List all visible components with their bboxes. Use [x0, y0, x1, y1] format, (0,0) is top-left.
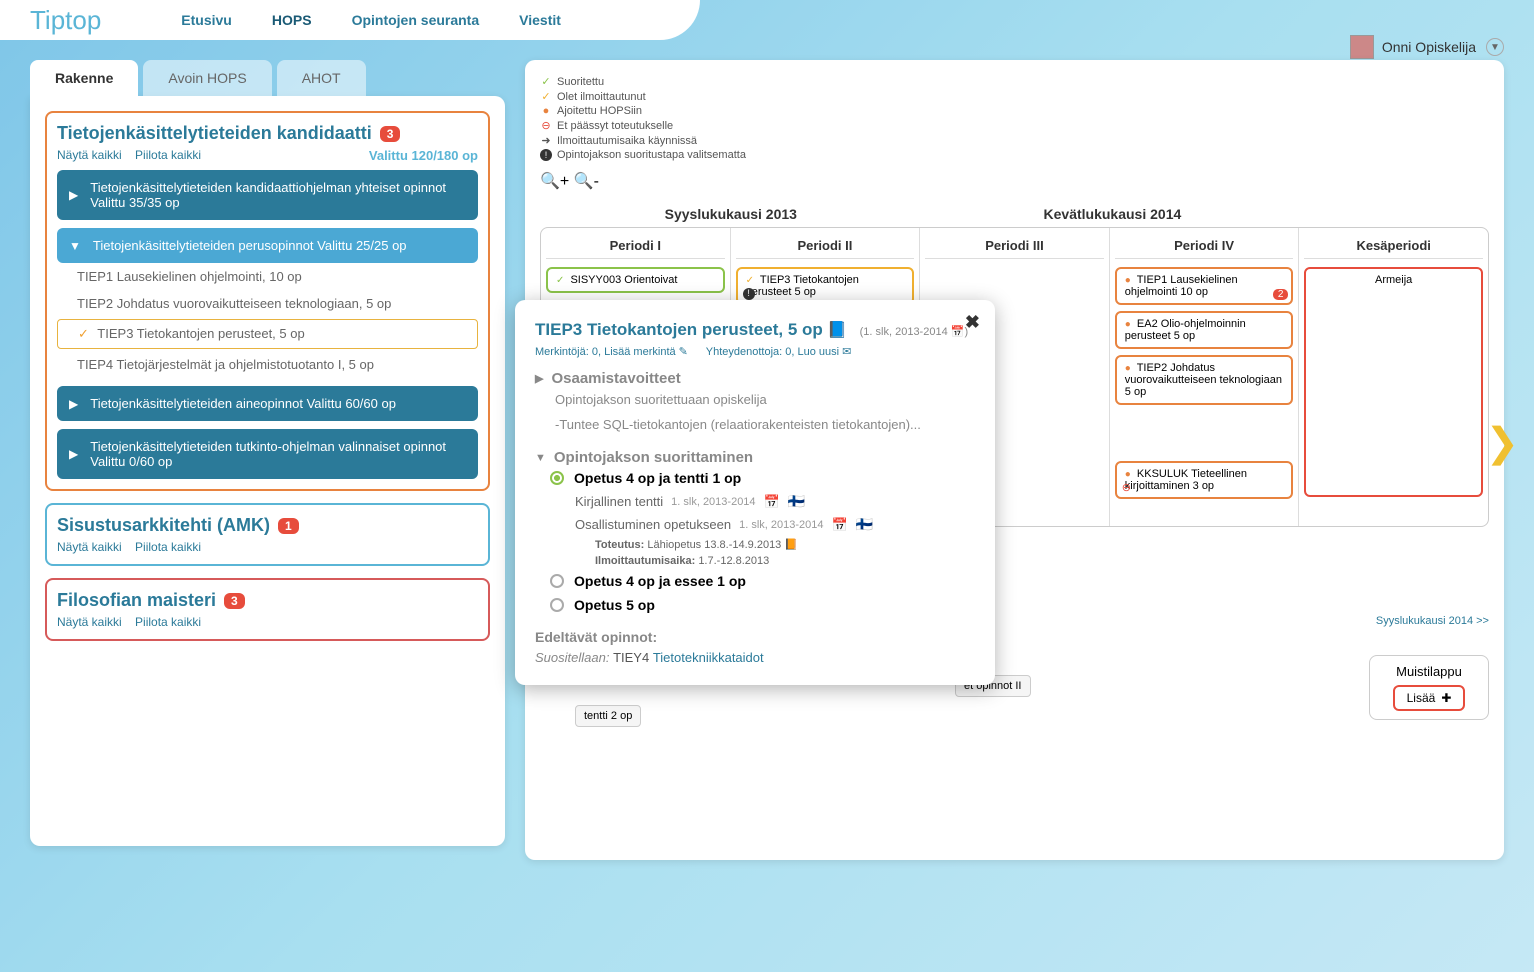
selected-count: Valittu 120/180 op — [369, 148, 478, 163]
nav-seuranta[interactable]: Opintojen seuranta — [332, 12, 500, 28]
zoom-out-icon[interactable]: 🔍- — [574, 173, 599, 190]
show-all-link[interactable]: Näytä kaikki — [57, 540, 122, 554]
section-perusopinnot[interactable]: ▼ Tietojenkäsittelytieteiden perusopinno… — [57, 228, 478, 263]
period-4: Periodi IV — [1115, 233, 1294, 259]
semester-spring: Kevätlukukausi 2014 — [922, 201, 1304, 227]
zoom-in-icon[interactable]: 🔍+ — [540, 173, 569, 190]
period-5: Kesäperiodi — [1304, 233, 1483, 259]
show-all-link[interactable]: Näytä kaikki — [57, 148, 122, 162]
program-badge: 1 — [278, 518, 299, 534]
next-semester-link[interactable]: Syyslukukausi 2014 >> — [1376, 615, 1489, 627]
flag-fi-icon: 🇫🇮 — [788, 493, 805, 510]
program-title: Tietojenkäsittelytieteiden kandidaatti — [57, 123, 372, 144]
course-tiep2[interactable]: TIEP2 Johdatus vuorovaikutteiseen teknol… — [57, 290, 478, 317]
nav-viestit[interactable]: Viestit — [499, 12, 581, 28]
popup-title: TIEP3 Tietokantojen perusteet, 5 op — [535, 320, 823, 339]
nav-hops[interactable]: HOPS — [252, 12, 332, 28]
avatar — [1350, 35, 1374, 59]
user-name: Onni Opiskelija — [1382, 39, 1476, 55]
hide-all-link[interactable]: Piilota kaikki — [135, 540, 201, 554]
course-tiep3[interactable]: ✓ TIEP3 Tietokantojen perusteet, 5 op — [57, 319, 478, 349]
period-1: Periodi I — [546, 233, 725, 259]
chevron-down-icon[interactable]: ▼ — [1486, 38, 1504, 56]
hide-all-link[interactable]: Piilota kaikki — [135, 148, 201, 162]
tab-avoin-hops[interactable]: Avoin HOPS — [143, 60, 271, 96]
tab-ahot[interactable]: AHOT — [277, 60, 366, 96]
course-popup: ✖ TIEP3 Tietokantojen perusteet, 5 op 📘 … — [515, 300, 995, 685]
option-3[interactable]: Opetus 5 op — [535, 593, 975, 617]
detail-tentti: Kirjallinen tentti 1. slk, 2013-2014 📅 🇫… — [535, 490, 975, 513]
calendar-icon[interactable]: 📅 — [831, 517, 847, 533]
program-kandidaatti: Tietojenkäsittelytieteiden kandidaatti 3… — [45, 111, 490, 491]
radio-icon — [550, 574, 564, 588]
radio-icon — [550, 598, 564, 612]
radio-icon — [550, 471, 564, 485]
course-tiep1[interactable]: TIEP1 Lausekielinen ohjelmointi, 10 op — [57, 263, 478, 290]
user-menu[interactable]: Onni Opiskelija ▼ — [1350, 35, 1504, 59]
legend: ✓Suoritettu ✓Olet ilmoittautunut ●Ajoite… — [540, 75, 1489, 161]
program-title: Sisustusarkkitehti (AMK) — [57, 515, 270, 536]
expand-icon[interactable]: ▶ — [535, 372, 543, 385]
blocked-icon: ⊖ — [1122, 481, 1131, 494]
expand-icon: ▶ — [69, 188, 78, 202]
check-icon: ✓ — [78, 326, 89, 341]
option-2[interactable]: Opetus 4 op ja essee 1 op — [535, 569, 975, 593]
card-armeija[interactable]: Armeija — [1304, 267, 1483, 497]
warning-icon: ! — [743, 288, 755, 300]
program-badge: 3 — [224, 593, 245, 609]
card-tentti[interactable]: tentti 2 op — [575, 705, 641, 727]
nav-etusivu[interactable]: Etusivu — [161, 12, 252, 28]
show-all-link[interactable]: Näytä kaikki — [57, 615, 122, 629]
muistilappu-box: Muistilappu Lisää ✚ — [1369, 655, 1489, 720]
card-ea2[interactable]: ● EA2 Olio-ohjelmoinnin perusteet 5 op — [1115, 311, 1294, 349]
program-amk: Sisustusarkkitehti (AMK) 1 Näytä kaikki … — [45, 503, 490, 566]
tab-rakenne[interactable]: Rakenne — [30, 60, 138, 96]
muistilappu-title: Muistilappu — [1378, 664, 1480, 679]
close-icon[interactable]: ✖ — [965, 312, 980, 333]
program-badge: 3 — [380, 126, 401, 142]
notes-link[interactable]: Merkintöjä: 0, Lisää merkintä ✎ — [535, 346, 688, 358]
collapse-icon: ▼ — [69, 239, 81, 253]
program-title: Filosofian maisteri — [57, 590, 216, 611]
expand-icon: ▶ — [69, 397, 78, 411]
period-2: Periodi II — [736, 233, 915, 259]
app-logo[interactable]: Tiptop — [30, 5, 101, 36]
card-kksuluk[interactable]: ● KKSULUK Tieteellinen kirjoittaminen 3 … — [1115, 461, 1294, 499]
card-tiep1[interactable]: ● TIEP1 Lausekielinen ohjelmointi 10 op … — [1115, 267, 1294, 305]
prereq-link[interactable]: Tietotekniikkataidot — [653, 650, 764, 665]
expand-icon: ▶ — [69, 447, 78, 461]
hide-all-link[interactable]: Piilota kaikki — [135, 615, 201, 629]
prereq-title: Edeltävät opinnot: — [535, 629, 975, 645]
detail-opetus: Osallistuminen opetukseen 1. slk, 2013-2… — [535, 513, 975, 536]
period-3: Periodi III — [925, 233, 1104, 259]
top-nav: Tiptop Etusivu HOPS Opintojen seuranta V… — [0, 0, 700, 40]
contacts-link[interactable]: Yhteydenottoja: 0, Luo uusi ✉ — [706, 346, 852, 358]
add-note-button[interactable]: Lisää ✚ — [1393, 685, 1466, 711]
card-tiep2[interactable]: ● TIEP2 Johdatus vuorovaikutteiseen tekn… — [1115, 355, 1294, 405]
calendar-icon[interactable]: 📅 — [764, 494, 780, 510]
section-aineopinnot[interactable]: ▶ Tietojenkäsittelytieteiden aineopinnot… — [57, 386, 478, 421]
card-sisyy003[interactable]: ✓ SISYY003 Orientoivat — [546, 267, 725, 293]
plus-icon: ✚ — [1441, 691, 1451, 705]
program-maisteri: Filosofian maisteri 3 Näytä kaikki Piilo… — [45, 578, 490, 641]
collapse-icon[interactable]: ▼ — [535, 452, 546, 464]
option-1[interactable]: Opetus 4 op ja tentti 1 op — [535, 466, 975, 490]
flag-fi-icon: 🇫🇮 — [856, 516, 873, 533]
book-icon: 📘 — [827, 322, 847, 339]
course-tiep4[interactable]: TIEP4 Tietojärjestelmät ja ohjelmistotuo… — [57, 351, 478, 378]
semester-fall: Syyslukukausi 2013 — [540, 201, 922, 227]
next-arrow-icon[interactable]: ❯ — [1485, 420, 1519, 466]
section-valinnaiset[interactable]: ▶ Tietojenkäsittelytieteiden tutkinto-oh… — [57, 429, 478, 479]
card-badge: 2 — [1273, 289, 1289, 300]
popup-meta: (1. slk, 2013-2014 📅) — [860, 326, 968, 338]
section-yhteiset[interactable]: ▶ Tietojenkäsittelytieteiden kandidaatti… — [57, 170, 478, 220]
